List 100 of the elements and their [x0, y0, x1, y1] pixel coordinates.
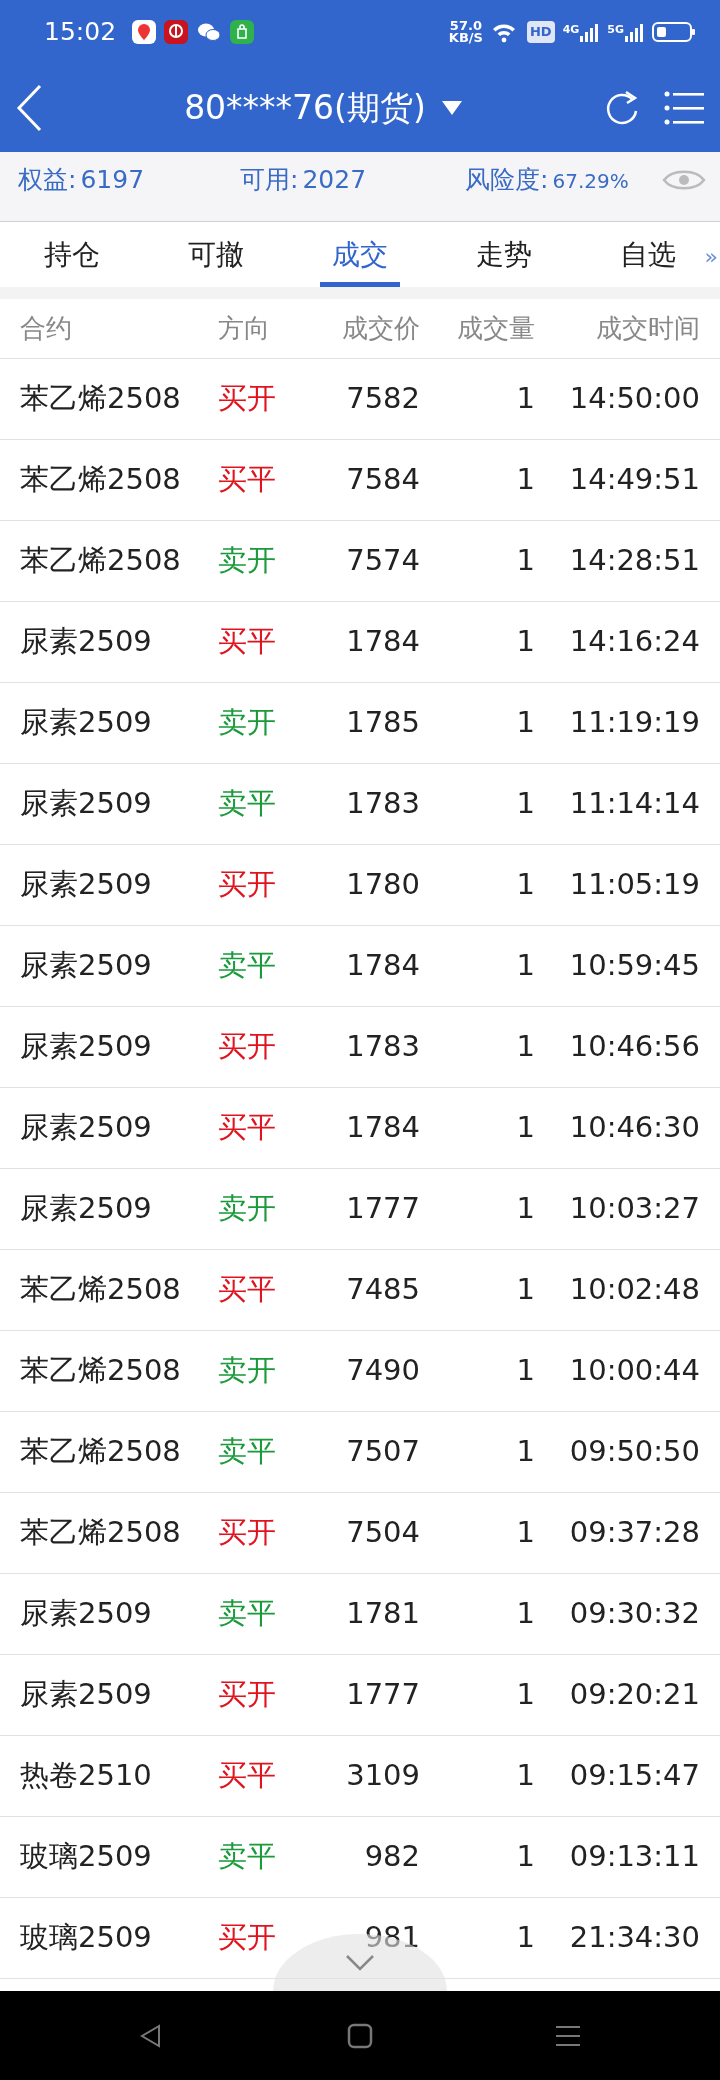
table-cell-text: 尿素2509: [19, 1190, 153, 1228]
menu-icon: [664, 90, 704, 126]
table-cell-text: 1780: [345, 866, 420, 904]
network-speed: 57.0: [448, 20, 483, 32]
caret-down-icon: [441, 101, 462, 115]
summary-label: 可用:: [240, 163, 299, 196]
table-cell-text: 1: [515, 1919, 535, 1957]
summary-label: 权益:: [18, 163, 77, 196]
speed-unit: KB/S: [448, 32, 483, 44]
table-cell-text: 买平: [218, 1757, 277, 1795]
battery-icon: [652, 21, 696, 43]
table-cell-text: 11:19:19: [568, 704, 701, 742]
table-cell-text: 1: [515, 1352, 535, 1390]
tab[interactable]: 成交: [288, 222, 432, 287]
map-pin-app-icon: [132, 20, 157, 44]
table-cell-text: 1777: [345, 1190, 420, 1228]
back-button[interactable]: [16, 84, 42, 132]
table-cell-text: 1: [515, 785, 535, 823]
table-cell-text: 卖平: [218, 1595, 277, 1633]
column-header: 方向: [218, 312, 271, 345]
table-cell-text: 卖平: [218, 1838, 277, 1876]
table-cell-text: 1: [515, 1838, 535, 1876]
table-cell-text: 尿素2509: [19, 1028, 153, 1066]
table-cell-text: 苯乙烯2508: [19, 461, 182, 499]
table-cell-text: 1: [515, 1676, 535, 1714]
signal-icon: [579, 22, 600, 42]
tab[interactable]: 可撤: [144, 222, 288, 287]
table-cell-text: 买开: [218, 1676, 277, 1714]
table-cell-text: 苯乙烯2508: [19, 380, 182, 418]
table-cell-text: 7504: [345, 1514, 420, 1552]
table-cell-text: 买开: [218, 1919, 277, 1957]
table-cell-text: 14:49:51: [568, 461, 701, 499]
table-cell-text: 1: [515, 947, 535, 985]
network-type: 5G: [607, 22, 624, 38]
table-cell-text: 尿素2509: [19, 866, 153, 904]
summary-value: 2027: [302, 163, 367, 196]
tab[interactable]: 走势: [432, 222, 576, 287]
table-cell-text: 苯乙烯2508: [19, 1514, 182, 1552]
table-cell-text: 1: [515, 866, 535, 904]
table-cell-text: 尿素2509: [19, 1109, 153, 1147]
shopping-bag-icon: [230, 20, 255, 44]
table-cell-text: 14:28:51: [568, 542, 701, 580]
table-cell-text: 买平: [218, 461, 277, 499]
table-cell-text: 卖平: [218, 1433, 277, 1471]
table-cell-text: 10:03:27: [568, 1190, 701, 1228]
table-cell-text: 苯乙烯2508: [19, 1433, 182, 1471]
table-cell-text: 卖开: [218, 704, 277, 742]
table-cell-text: 买开: [218, 1028, 277, 1066]
table-cell-text: 09:37:28: [568, 1514, 701, 1552]
table-cell-text: 981: [363, 1919, 420, 1957]
table-cell-text: 1784: [345, 947, 420, 985]
table-cell-text: 1: [515, 380, 535, 418]
table-cell-text: 买开: [218, 866, 277, 904]
table-cell-text: 7490: [345, 1352, 420, 1390]
table-cell-text: 1: [515, 1757, 535, 1795]
column-header: 合约: [19, 312, 73, 345]
table-cell-text: 11:14:14: [568, 785, 701, 823]
table-cell-text: 1: [515, 1271, 535, 1309]
table-cell-text: 1781: [345, 1595, 420, 1633]
table-cell-text: 玻璃2509: [19, 1838, 153, 1876]
menu-button[interactable]: [664, 90, 704, 126]
tab[interactable]: 持仓: [0, 222, 144, 287]
table-cell-text: 10:46:30: [568, 1109, 701, 1147]
table-cell-text: 3109: [345, 1757, 420, 1795]
table-cell-text: 热卷2510: [19, 1757, 153, 1795]
column-header: 成交价: [341, 312, 420, 345]
table-cell-text: 卖开: [218, 1190, 277, 1228]
table-cell-text: 14:50:00: [568, 380, 701, 418]
signal-icon: [624, 22, 644, 42]
chevron-down-icon: [345, 1954, 375, 1972]
network-type: 4G: [562, 22, 580, 38]
summary-value: 6197: [80, 163, 145, 196]
table-cell-text: 1785: [345, 704, 420, 742]
table-cell-text: 卖平: [218, 947, 277, 985]
table-cell-text: 1: [515, 542, 535, 580]
table-cell-text: 1: [515, 1109, 535, 1147]
refresh-button[interactable]: [604, 89, 640, 127]
table-cell-text: 09:30:32: [568, 1595, 701, 1633]
table-cell-text: 尿素2509: [19, 947, 153, 985]
table-cell-text: 7582: [345, 380, 420, 418]
table-cell-text: 尿素2509: [19, 1595, 153, 1633]
table-cell-text: 苯乙烯2508: [19, 1352, 182, 1390]
table-cell-text: 09:20:21: [568, 1676, 701, 1714]
table-cell-text: 21:34:30: [568, 1919, 701, 1957]
table-cell-text: 尿素2509: [19, 704, 153, 742]
table-cell-text: 苯乙烯2508: [19, 542, 182, 580]
table-cell-text: 7507: [345, 1433, 420, 1471]
refresh-icon: [604, 89, 640, 127]
table-cell-text: 1: [515, 1514, 535, 1552]
status-time: 15:02: [44, 16, 117, 49]
table-cell-text: 卖开: [218, 542, 277, 580]
nav-home-button[interactable]: [347, 2022, 373, 2049]
table-cell-text: 14:16:24: [568, 623, 701, 661]
table-cell-text: 1: [515, 1190, 535, 1228]
table-cell-text: 1784: [345, 1109, 420, 1147]
square-icon: [347, 2022, 373, 2049]
table-cell-text: 玻璃2509: [19, 1919, 153, 1957]
table-cell-text: 10:02:48: [568, 1271, 701, 1309]
table-cell-text: 7574: [345, 542, 420, 580]
table-cell-text: 982: [363, 1838, 420, 1876]
